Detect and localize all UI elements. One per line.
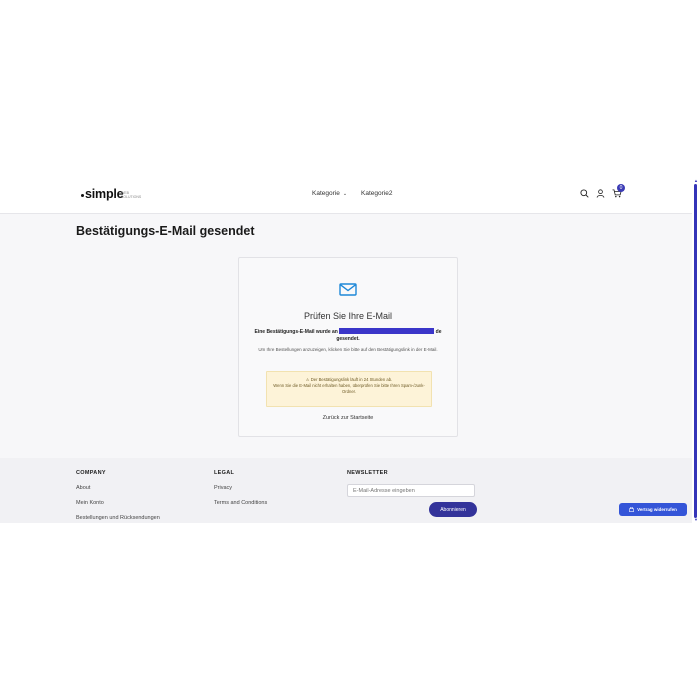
scroll-down-arrow[interactable]: ▼	[694, 517, 698, 522]
mail-icon	[339, 283, 357, 296]
page-title: Bestätigungs-E-Mail gesendet	[76, 224, 255, 238]
nav-item-kategorie[interactable]: Kategorie ⌄	[312, 190, 347, 197]
header-icons: 0	[580, 184, 625, 198]
bag-icon	[629, 507, 634, 512]
withdraw-contract-button[interactable]: Vertrag widerrufen	[619, 503, 687, 516]
site-header: simple WEB SOLUTIONS Kategorie ⌄ Kategori…	[0, 178, 692, 214]
site-footer: COMPANY About Mein Konto Bestellungen un…	[0, 458, 692, 523]
info-text: Um Ihre Bestellungen anzuzeigen, klicken…	[258, 347, 438, 352]
card-title: Prüfen Sie Ihre E-Mail	[303, 311, 393, 321]
scrollbar[interactable]: ▲ ▼	[693, 178, 700, 523]
nav-item-kategorie2[interactable]: Kategorie2	[361, 190, 392, 197]
newsletter-email-input[interactable]	[347, 484, 475, 497]
confirmation-prefix: Eine Bestätigungs-E-Mail wurde an	[254, 329, 338, 335]
logo-text: simple	[85, 187, 124, 201]
footer-heading-newsletter: NEWSLETTER	[347, 470, 388, 476]
logo[interactable]: simple	[81, 187, 124, 201]
footer-link-account[interactable]: Mein Konto	[76, 500, 104, 506]
footer-heading-legal: LEGAL	[214, 470, 235, 476]
footer-heading-company: COMPANY	[76, 470, 106, 476]
user-icon[interactable]	[596, 189, 605, 198]
cart-count-badge: 0	[617, 184, 625, 192]
withdraw-label: Vertrag widerrufen	[637, 507, 677, 512]
nav-item-label: Kategorie	[312, 190, 340, 197]
chevron-down-icon: ⌄	[342, 191, 348, 197]
footer-link-terms[interactable]: Terms and Conditions	[214, 500, 267, 506]
main-nav: Kategorie ⌄ Kategorie2	[312, 190, 392, 197]
scroll-up-arrow[interactable]: ▲	[694, 178, 698, 183]
notice-box: ⚠ Der Bestätigungslink läuft in 24 Stund…	[266, 371, 432, 407]
browser-viewport: simple WEB SOLUTIONS Kategorie ⌄ Kategori…	[0, 178, 700, 523]
confirmation-card: Prüfen Sie Ihre E-Mail Eine Bestätigungs…	[238, 257, 458, 437]
main-content: Bestätigungs-E-Mail gesendet Prüfen Sie …	[0, 214, 692, 458]
search-icon[interactable]	[580, 189, 589, 198]
confirmation-line: Eine Bestätigungs-E-Mail wurde an de	[239, 328, 457, 335]
back-to-home-link[interactable]: Zurück zur Startseite	[239, 415, 457, 421]
cart-button[interactable]: 0	[612, 184, 625, 198]
notice-spam: Wenn Sie die E-Mail nicht erhalten haben…	[273, 383, 425, 394]
scroll-thumb[interactable]	[694, 184, 697, 518]
footer-link-privacy[interactable]: Privacy	[214, 485, 232, 491]
logo-tagline: WEB SOLUTIONS	[121, 191, 142, 199]
footer-link-orders[interactable]: Bestellungen und Rücksendungen	[76, 515, 160, 521]
footer-link-about[interactable]: About	[76, 485, 90, 491]
confirmation-suffix: de	[435, 329, 442, 335]
subscribe-button[interactable]: Abonnieren	[429, 502, 477, 517]
confirmation-line-2: gesendet.	[336, 336, 360, 342]
redacted-email	[339, 328, 435, 334]
